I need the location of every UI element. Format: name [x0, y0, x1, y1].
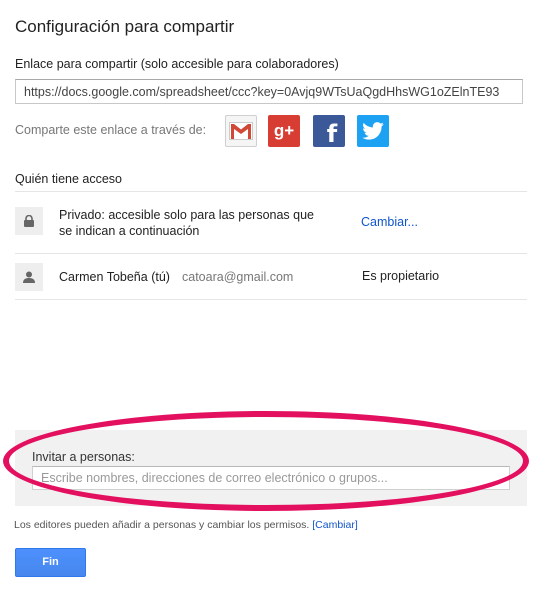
- google-plus-icon: g+: [273, 121, 295, 140]
- user-name: Carmen Tobeña (tú): [59, 270, 170, 284]
- twitter-icon: [362, 122, 384, 140]
- divider: [15, 299, 527, 300]
- invite-label: Invitar a personas:: [32, 450, 135, 464]
- change-privacy-link[interactable]: Cambiar...: [361, 215, 418, 229]
- done-button[interactable]: Fin: [15, 548, 86, 577]
- share-link-label: Enlace para compartir (solo accesible pa…: [15, 57, 339, 71]
- gmail-share-button[interactable]: [225, 115, 257, 147]
- invite-input[interactable]: Escribe nombres, direcciones de correo e…: [32, 466, 510, 490]
- editors-note: Los editores pueden añadir a personas y …: [14, 519, 358, 531]
- facebook-share-button[interactable]: f: [313, 115, 345, 148]
- editors-note-text: Los editores pueden añadir a personas y …: [14, 519, 310, 531]
- lock-icon: [15, 207, 43, 235]
- twitter-share-button[interactable]: [357, 115, 389, 147]
- share-link-field[interactable]: https://docs.google.com/spreadsheet/ccc?…: [15, 79, 523, 104]
- share-via-label: Comparte este enlace a través de:: [15, 123, 207, 137]
- user-role: Es propietario: [362, 269, 440, 283]
- access-heading: Quién tiene acceso: [15, 172, 123, 186]
- google-plus-share-button[interactable]: g+: [268, 115, 300, 147]
- editors-change-link[interactable]: [Cambiar]: [312, 519, 358, 531]
- gmail-icon: [229, 122, 253, 140]
- user-email: catoara@gmail.com: [182, 270, 294, 284]
- divider: [15, 253, 527, 254]
- facebook-icon: f: [326, 120, 338, 148]
- privacy-setting-text: Privado: accesible solo para las persona…: [59, 208, 315, 238]
- dialog-title: Configuración para compartir: [15, 17, 235, 36]
- divider: [15, 191, 527, 192]
- person-icon: [15, 263, 43, 291]
